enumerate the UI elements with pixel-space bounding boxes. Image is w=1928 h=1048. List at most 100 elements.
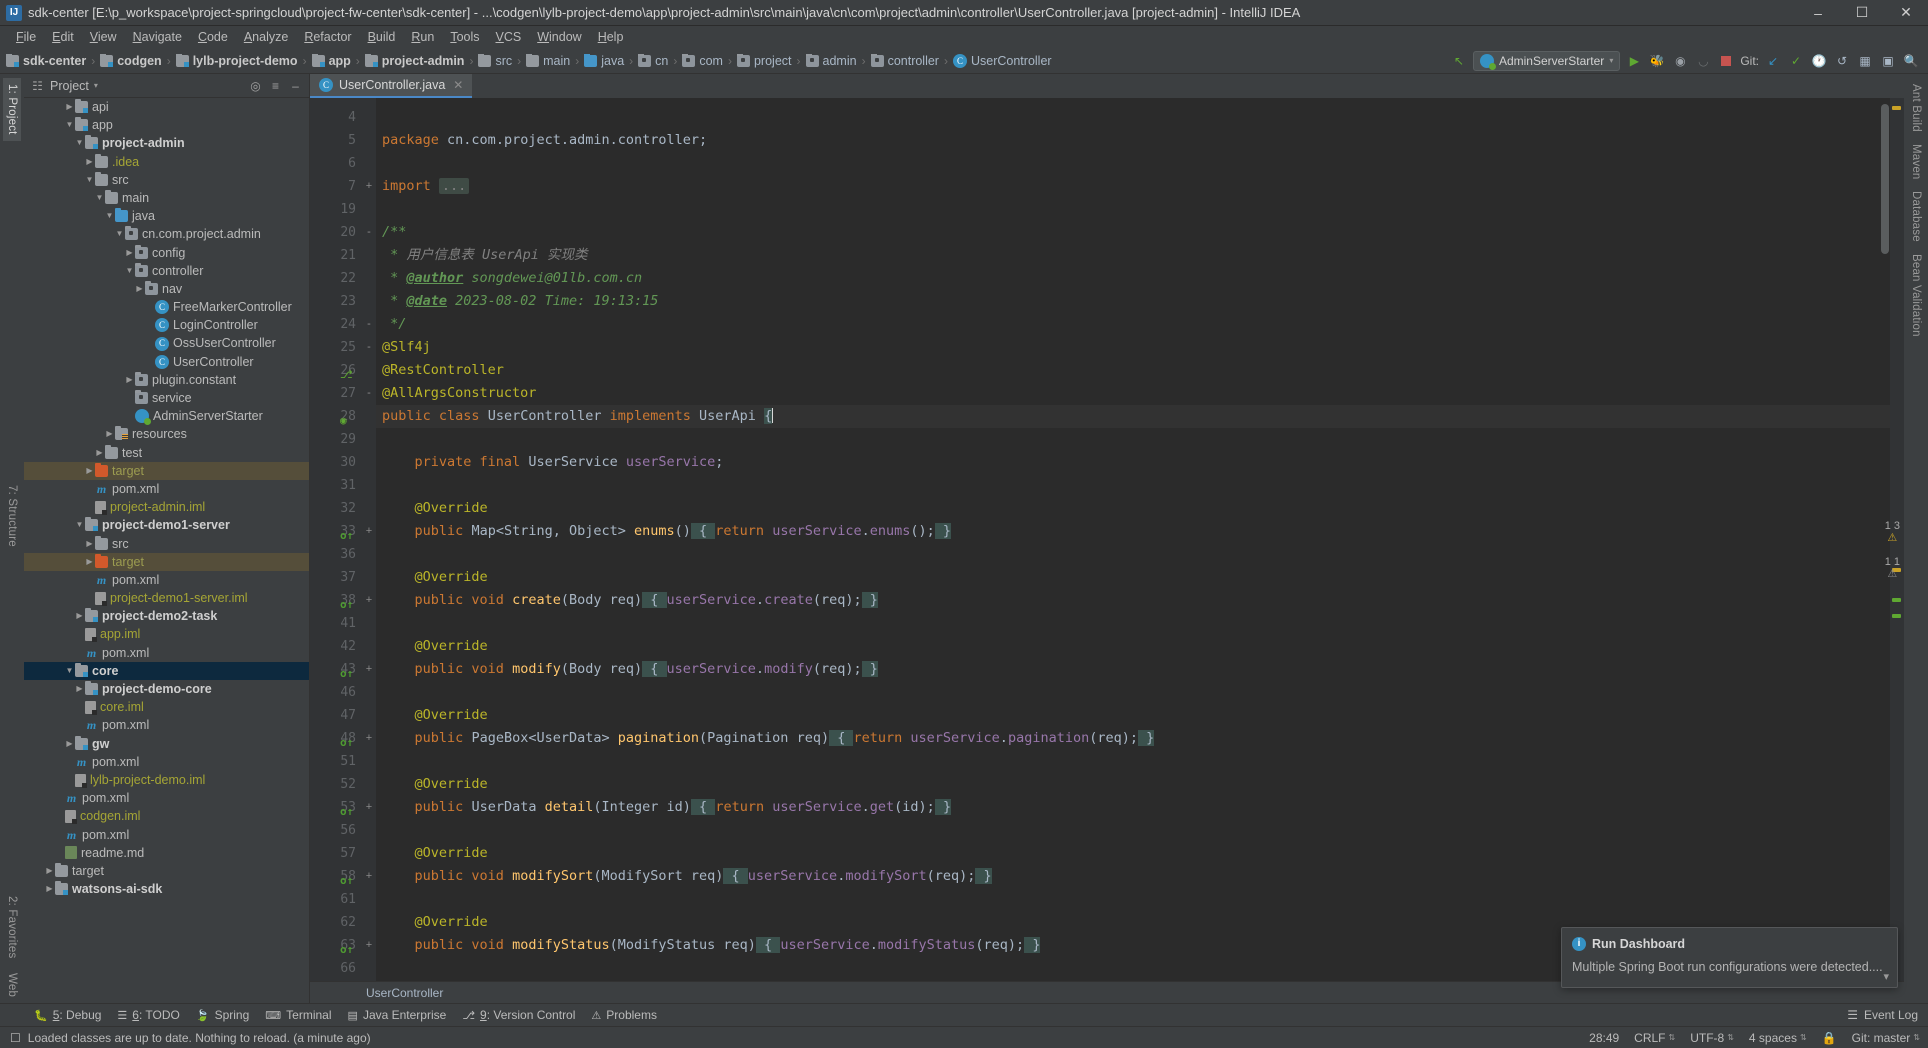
code-line-26[interactable]: @RestController (376, 359, 1890, 382)
tree-node-pom-xml[interactable]: m pom.xml (24, 753, 309, 771)
bottom-tool-spring[interactable]: 🍃 Spring (196, 1008, 249, 1022)
fold-toggle-43[interactable]: + (362, 658, 376, 681)
tree-node-pom-xml[interactable]: m pom.xml (24, 826, 309, 844)
gutter-line-31[interactable]: 31 (310, 474, 362, 497)
tree-node-service[interactable]: service (24, 389, 309, 407)
tree-node-src[interactable]: ▶ src (24, 535, 309, 553)
tree-node-resources[interactable]: ▶ resources (24, 425, 309, 443)
menu-item-view[interactable]: View (82, 28, 125, 46)
event-log-label[interactable]: Event Log (1864, 1008, 1918, 1022)
maximize-button[interactable]: ☐ (1840, 0, 1884, 26)
fold-toggle-25[interactable]: - (362, 336, 376, 359)
tree-node-main[interactable]: ▼ main (24, 189, 309, 207)
marker-info[interactable] (1892, 614, 1901, 618)
bottom-tool-terminal[interactable]: ⌨ Terminal (265, 1008, 331, 1022)
gutter-line-7[interactable]: 7 (310, 175, 362, 198)
code-line-25[interactable]: @Slf4j (376, 336, 1890, 359)
tree-node-watsons-ai-sdk[interactable]: ▶ watsons-ai-sdk (24, 880, 309, 898)
tree-node-core[interactable]: ▼ core (24, 661, 309, 680)
chevron-down-icon[interactable]: ▾ (1883, 970, 1889, 983)
tree-node-pom-xml[interactable]: m pom.xml (24, 480, 309, 498)
code-line-7[interactable]: import ... (376, 175, 1890, 198)
back-arrow-icon[interactable]: ↖ (1450, 52, 1468, 70)
breadcrumb-item-main[interactable]: › main (512, 53, 570, 68)
code-line-36[interactable] (376, 543, 1890, 566)
gutter-line-51[interactable]: 51 (310, 750, 362, 773)
chevron-right-icon[interactable]: ▶ (64, 98, 75, 116)
code-line-38[interactable]: public void create(Body req) { userServi… (376, 589, 1890, 612)
menu-item-analyze[interactable]: Analyze (236, 28, 296, 46)
menu-item-window[interactable]: Window (529, 28, 589, 46)
tree-node-target[interactable]: ▶ target (24, 461, 309, 480)
right-rail-tab-ant-build[interactable]: Ant Build (1907, 78, 1925, 138)
gutter-line-57[interactable]: 57 (310, 842, 362, 865)
gutter-line-28[interactable]: 28 ◉ (310, 405, 362, 428)
right-rail-tab-database[interactable]: Database (1907, 185, 1925, 248)
breadcrumb-item-java[interactable]: › java (570, 53, 624, 68)
gutter-line-29[interactable]: 29 (310, 428, 362, 451)
code-line-42[interactable]: @Override (376, 635, 1890, 658)
gutter-line-5[interactable]: 5 (310, 129, 362, 152)
tree-node-project-demo2-task[interactable]: ▶ project-demo2-task (24, 607, 309, 625)
tree-node-lylb-project-demo-iml[interactable]: lylb-project-demo.iml (24, 771, 309, 789)
tree-node-project-demo1-server-iml[interactable]: project-demo1-server.iml (24, 589, 309, 607)
collapse-all-icon[interactable]: ≡ (268, 78, 283, 93)
menu-item-edit[interactable]: Edit (44, 28, 82, 46)
code-line-30[interactable]: private final UserService userService; (376, 451, 1890, 474)
chevron-down-icon[interactable]: ▼ (94, 189, 105, 207)
gutter-line-43[interactable]: 43 o↑ (310, 658, 362, 681)
code-line-52[interactable]: @Override (376, 773, 1890, 796)
chevron-right-icon[interactable]: ▶ (84, 462, 95, 480)
chevron-right-icon[interactable]: ▶ (74, 680, 85, 698)
breadcrumb-item-src[interactable]: › src (464, 53, 512, 68)
bottom-tool-problems[interactable]: ⚠ Problems (591, 1008, 657, 1022)
breadcrumb-item-codgen[interactable]: › codgen (86, 53, 162, 68)
code-line-47[interactable]: @Override (376, 704, 1890, 727)
close-button[interactable]: ✕ (1884, 0, 1928, 26)
tree-node-pom-xml[interactable]: m pom.xml (24, 716, 309, 734)
gutter-line-23[interactable]: 23 (310, 290, 362, 313)
chevron-right-icon[interactable]: ▶ (64, 735, 75, 753)
gutter-line-37[interactable]: 37 (310, 566, 362, 589)
chevron-down-icon[interactable]: ▼ (64, 662, 75, 680)
chevron-right-icon[interactable]: ▶ (44, 880, 55, 898)
tree-node-cn-com-project-admin[interactable]: ▼ cn.com.project.admin (24, 225, 309, 243)
lock-icon[interactable]: 🔒 (1822, 1031, 1837, 1045)
menu-item-build[interactable]: Build (360, 28, 404, 46)
gutter-line-53[interactable]: 53 o↑ (310, 796, 362, 819)
code-line-37[interactable]: @Override (376, 566, 1890, 589)
breadcrumb-item-usercontroller[interactable]: › C UserController (939, 53, 1052, 68)
tree-node-readme-md[interactable]: readme.md (24, 844, 309, 862)
run-icon[interactable]: ▶ (1625, 52, 1643, 70)
code-line-33[interactable]: public Map<String, Object> enums() { ret… (376, 520, 1890, 543)
profile-icon[interactable]: ◡ (1694, 52, 1712, 70)
line-separator[interactable]: CRLF ⇅ (1634, 1031, 1675, 1045)
code-line-43[interactable]: public void modify(Body req) { userServi… (376, 658, 1890, 681)
breadcrumb-item-com[interactable]: › com (668, 53, 723, 68)
editor-code[interactable]: package cn.com.project.admin.controller;… (376, 98, 1890, 981)
left-rail-tab-2-favorites[interactable]: 2: Favorites (3, 890, 21, 964)
bottom-tool-9-version-control[interactable]: ⎇ 9: Version Control (462, 1008, 575, 1022)
chevron-right-icon[interactable]: ▶ (74, 607, 85, 625)
editor-fold-column[interactable]: +----++++++++ (362, 98, 376, 981)
fold-toggle-7[interactable]: + (362, 175, 376, 198)
indent-setting[interactable]: 4 spaces ⇅ (1749, 1031, 1807, 1045)
update-project-icon[interactable]: ↙ (1764, 52, 1782, 70)
tree-node-project-admin-iml[interactable]: project-admin.iml (24, 498, 309, 516)
marker-warning[interactable] (1892, 106, 1901, 110)
gutter-line-6[interactable]: 6 (310, 152, 362, 175)
menu-item-refactor[interactable]: Refactor (296, 28, 359, 46)
tree-node-pom-xml[interactable]: m pom.xml (24, 789, 309, 807)
gutter-line-30[interactable]: 30 (310, 451, 362, 474)
marker-info[interactable] (1892, 598, 1901, 602)
run-configuration-selector[interactable]: AdminServerStarter ▾ (1472, 50, 1621, 71)
code-line-57[interactable]: @Override (376, 842, 1890, 865)
gutter-line-36[interactable]: 36 (310, 543, 362, 566)
file-encoding[interactable]: UTF-8 ⇅ (1690, 1031, 1734, 1045)
chevron-down-icon[interactable]: ▼ (114, 225, 125, 243)
tree-node-src[interactable]: ▼ src (24, 171, 309, 189)
fold-toggle-33[interactable]: + (362, 520, 376, 543)
run-dashboard-notification[interactable]: i Run Dashboard Multiple Spring Boot run… (1561, 926, 1898, 988)
code-line-51[interactable] (376, 750, 1890, 773)
tree-node--idea[interactable]: ▶ .idea (24, 153, 309, 171)
